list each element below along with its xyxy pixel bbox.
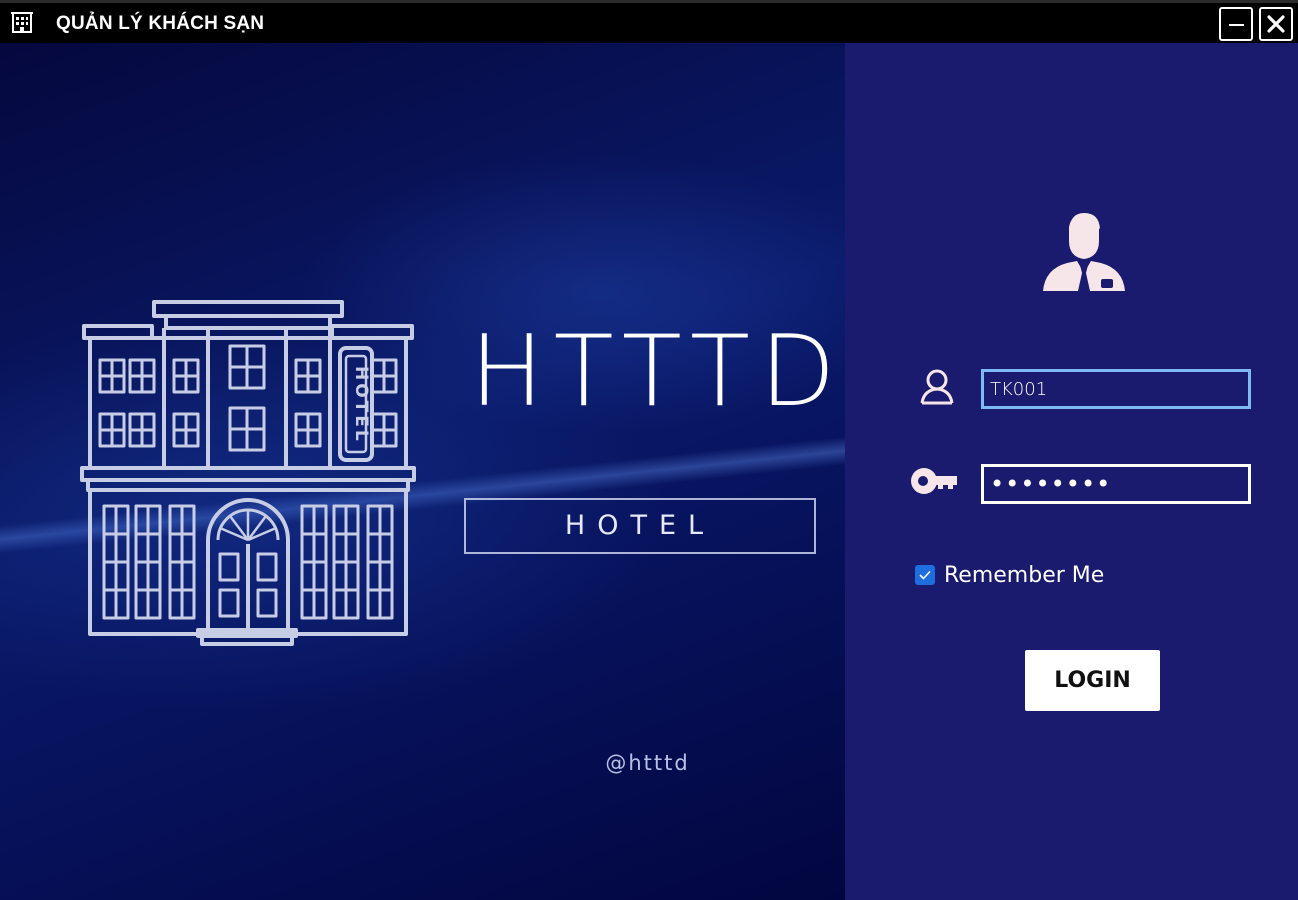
login-button[interactable]: LOGIN (1025, 650, 1160, 711)
remember-me-checkbox[interactable] (915, 565, 935, 585)
login-panel: Remember Me LOGIN (845, 43, 1298, 900)
hotel-sign-text: HOTEL (351, 366, 371, 444)
brand-panel: HOTEL HTTTD HOTEL @htttd (0, 43, 845, 900)
brand-title: HTTTD (470, 315, 846, 429)
close-button[interactable] (1259, 7, 1293, 41)
window-title: QUẢN LÝ KHÁCH SẠN (56, 13, 265, 34)
remember-me-label[interactable]: Remember Me (944, 563, 1104, 588)
hotel-building-icon (11, 12, 33, 33)
checkmark-icon (919, 570, 931, 580)
minimize-button[interactable] (1219, 7, 1253, 41)
user-avatar-icon (1043, 213, 1125, 291)
close-icon (1267, 15, 1285, 33)
title-bar[interactable]: QUẢN LÝ KHÁCH SẠN (0, 0, 1298, 43)
password-input[interactable] (981, 464, 1251, 504)
brand-subtitle: HOTEL (564, 510, 716, 541)
hotel-building-illustration: HOTEL (80, 300, 416, 646)
key-icon (911, 468, 957, 494)
login-window: QUẢN LÝ KHÁCH SẠN HOTEL HTTTD HOTEL @htt… (0, 0, 1298, 900)
brand-handle: @htttd (605, 751, 690, 775)
user-icon (920, 369, 954, 405)
brand-subtitle-box: HOTEL (464, 498, 816, 554)
username-input[interactable] (981, 369, 1251, 409)
